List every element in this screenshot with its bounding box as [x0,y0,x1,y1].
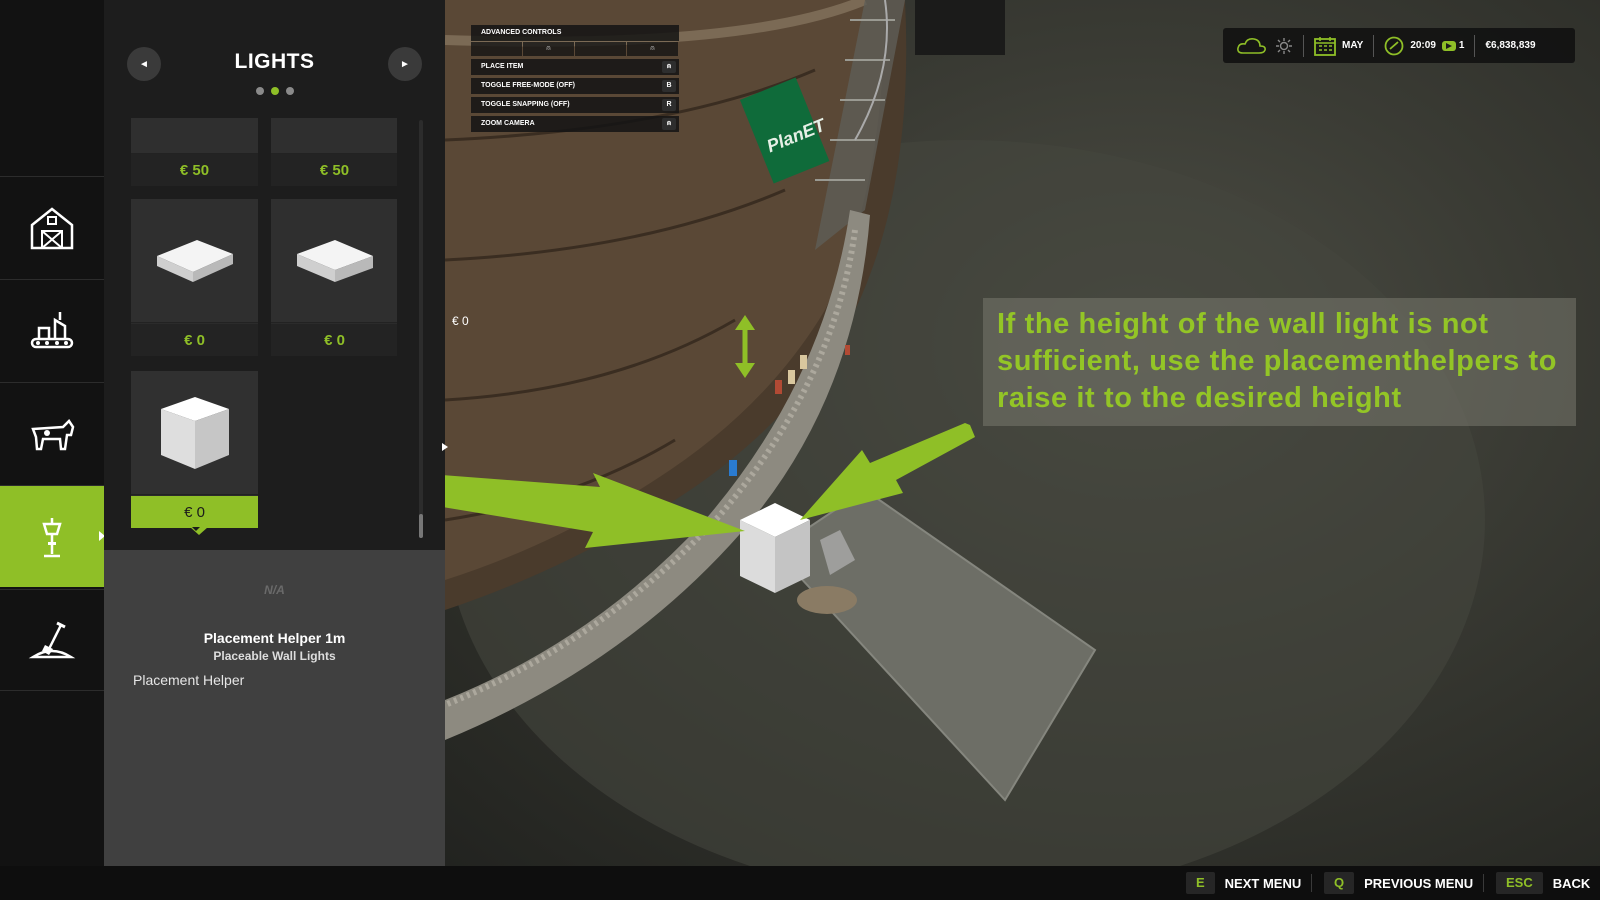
mouse-icon: ⍝ [523,42,574,56]
item-price: € 0 [131,324,258,356]
item-image-placeholder: N/A [264,583,285,597]
barn-icon [30,206,74,249]
shop-panel: ◄ LIGHTS ► € 50 € 50 € 0 € 0 € 0 [104,0,445,550]
hint-label: PREVIOUS MENU [1364,875,1474,891]
item-price: € 0 [271,324,397,356]
mouse-icon: ⍝ [662,118,676,130]
control-label: TOGGLE SNAPPING (OFF) [481,101,570,108]
scrollbar-thumb[interactable] [419,514,423,538]
key-badge: E [1186,872,1215,894]
hint-label: NEXT MENU [1224,875,1302,891]
cow-icon [31,418,75,450]
key-badge: ESC [1496,872,1543,894]
hint-divider [1311,874,1312,892]
hud-divider [1303,34,1304,57]
control-label: ZOOM CAMERA [481,120,535,127]
item-description: Placement Helper [133,672,245,688]
shop-item-tile[interactable]: € 50 [131,118,258,186]
sidebar-item-production[interactable] [0,279,104,381]
sidebar-item-buildings[interactable] [0,176,104,278]
item-category: Placeable Wall Lights [213,649,336,663]
key-badge: Q [1324,872,1355,894]
key-badge: B [662,80,676,92]
cursor-price-label: € 0 [452,314,469,328]
item-price: € 50 [271,154,397,186]
item-thumbnail [271,118,397,154]
sidebar-item-lights[interactable] [0,485,105,587]
calendar-icon [1314,36,1336,56]
shop-item-tile[interactable]: € 0 [271,199,397,356]
hud-speed: 1 [1458,40,1465,51]
next-page-button[interactable]: ► [388,47,422,81]
selected-tile-caret-holder [131,371,258,535]
item-name: Placement Helper 1m [203,630,346,646]
mouse-icon: ⍝ [627,42,678,56]
hud-time: 20:09 [1410,40,1436,51]
chevron-right-icon: ► [400,58,410,70]
page-dot[interactable] [285,87,294,95]
next-menu-hint[interactable]: E NEXT MENU [1186,872,1301,894]
lamp-post-icon [42,517,62,557]
flat-panel-icon [156,239,233,282]
flat-panel-icon [296,239,373,282]
control-toggle-snapping: TOGGLE SNAPPING (OFF) R [471,97,679,113]
hud-divider [1474,34,1476,57]
shop-item-tile[interactable]: € 0 [131,199,258,356]
blank-slot [471,42,522,56]
sun-icon [1276,37,1292,54]
control-label: TOGGLE FREE-MODE (OFF) [481,82,575,89]
previous-menu-hint[interactable]: Q PREVIOUS MENU [1324,872,1473,894]
control-label: PLACE ITEM [481,63,524,70]
speed-icon [1441,40,1456,51]
back-hint[interactable]: ESC BACK [1496,872,1590,894]
control-toggle-free-mode: TOGGLE FREE-MODE (OFF) B [471,78,679,94]
sidebar-item-landscaping[interactable] [0,589,104,691]
shop-item-tile[interactable]: € 50 [271,118,397,186]
mouse-icon: ⍝ [662,61,676,73]
item-thumbnail [271,199,397,323]
hud-divider [1373,34,1375,57]
panel-collapse-icon[interactable] [442,443,448,451]
clock-icon [1384,36,1404,55]
tutorial-annotation: If the height of the wall light is not s… [983,298,1576,426]
control-zoom-camera: ZOOM CAMERA ⍝ [471,116,679,132]
hud-money: €6,838,839 [1485,40,1536,51]
status-hud: MAY 20:09 1 €6,838,839 [1223,28,1575,63]
item-scrollbar[interactable] [419,120,423,538]
page-dot[interactable] [255,87,264,95]
controls-title: ADVANCED CONTROLS [471,25,679,41]
page-dot-active[interactable] [270,87,279,95]
category-sidebar [0,0,105,866]
controls-icon-row: ⍝ ⍝ [471,42,679,56]
shovel-icon [28,621,76,659]
hint-label: BACK [1552,875,1591,891]
item-price: € 50 [131,154,258,186]
blank-slot [575,42,626,56]
item-thumbnail [131,199,258,323]
chevron-down-icon [192,527,200,531]
item-info-panel: N/A Placement Helper 1m Placeable Wall L… [104,550,445,866]
item-thumbnail [131,118,258,154]
bottom-hint-bar: E NEXT MENU Q PREVIOUS MENU ESC BACK [0,866,1600,900]
sidebar-item-animals[interactable] [0,382,104,484]
hud-month: MAY [1342,40,1364,51]
control-place-item: PLACE ITEM ⍝ [471,59,679,75]
page-indicator [104,87,445,95]
cloud-icon [1237,37,1266,54]
factory-icon [30,311,74,348]
advanced-controls-panel: ADVANCED CONTROLS ⍝ ⍝ PLACE ITEM ⍝ TOGGL… [471,25,679,132]
hint-divider [1483,874,1484,892]
key-badge: R [662,99,676,111]
